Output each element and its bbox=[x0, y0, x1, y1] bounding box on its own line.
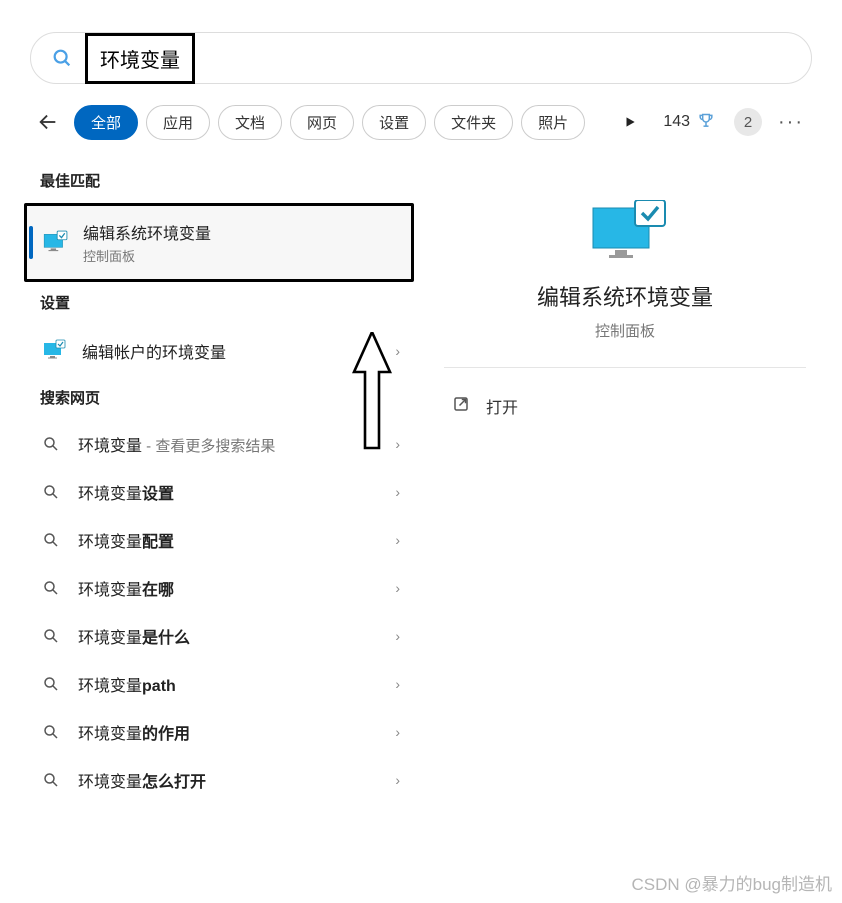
web-item-7[interactable]: 环境变量怎么打开 › bbox=[24, 756, 414, 804]
web-item-label: 环境变量 - 查看更多搜索结果 bbox=[78, 432, 275, 456]
filter-all[interactable]: 全部 bbox=[74, 105, 138, 140]
filter-settings[interactable]: 设置 bbox=[362, 105, 426, 140]
results-list: 最佳匹配 编辑系统环境变量 控制面板 设置 编辑帐户的环境变量 bbox=[24, 160, 414, 804]
web-item-2[interactable]: 环境变量配置 › bbox=[24, 516, 414, 564]
web-item-3[interactable]: 环境变量在哪 › bbox=[24, 564, 414, 612]
web-item-5[interactable]: 环境变量path › bbox=[24, 660, 414, 708]
search-input[interactable]: 环境变量 bbox=[85, 33, 195, 84]
search-bar[interactable]: 环境变量 bbox=[30, 32, 812, 84]
web-item-label: 环境变量配置 bbox=[78, 528, 174, 552]
web-item-6[interactable]: 环境变量的作用 › bbox=[24, 708, 414, 756]
chevron-right-icon: › bbox=[395, 532, 400, 548]
search-icon bbox=[40, 529, 62, 551]
chevron-right-icon: › bbox=[395, 676, 400, 692]
web-item-label: 环境变量怎么打开 bbox=[78, 768, 206, 792]
trophy-icon bbox=[696, 112, 716, 132]
play-button[interactable] bbox=[615, 107, 645, 137]
open-action[interactable]: 打开 bbox=[444, 394, 806, 418]
search-icon bbox=[40, 625, 62, 647]
search-icon bbox=[40, 577, 62, 599]
settings-item-label: 编辑帐户的环境变量 bbox=[82, 339, 226, 363]
best-match-highlight-box: 编辑系统环境变量 控制面板 bbox=[24, 203, 414, 282]
web-item-label: 环境变量设置 bbox=[78, 480, 174, 504]
chevron-right-icon: › bbox=[395, 436, 400, 452]
settings-item-0[interactable]: 编辑帐户的环境变量 › bbox=[24, 325, 414, 377]
divider bbox=[444, 367, 806, 368]
detail-title: 编辑系统环境变量 bbox=[537, 280, 713, 312]
watermark: CSDN @暴力的bug制造机 bbox=[631, 870, 832, 895]
group-web: 搜索网页 bbox=[24, 377, 414, 420]
detail-subtitle: 控制面板 bbox=[595, 320, 655, 341]
filter-photos[interactable]: 照片 bbox=[521, 105, 585, 140]
search-icon bbox=[40, 433, 62, 455]
best-match-item[interactable]: 编辑系统环境变量 控制面板 bbox=[27, 208, 411, 277]
group-settings: 设置 bbox=[24, 282, 414, 325]
rewards-points[interactable]: 143 bbox=[663, 112, 716, 132]
chevron-right-icon: › bbox=[395, 628, 400, 644]
notification-count[interactable]: 2 bbox=[734, 108, 762, 136]
detail-panel: 编辑系统环境变量 控制面板 打开 bbox=[432, 160, 818, 804]
web-item-1[interactable]: 环境变量设置 › bbox=[24, 468, 414, 516]
more-menu[interactable]: ··· bbox=[770, 111, 812, 134]
search-icon bbox=[40, 673, 62, 695]
monitor-check-icon bbox=[40, 337, 68, 365]
search-icon bbox=[40, 721, 62, 743]
chevron-right-icon: › bbox=[395, 580, 400, 596]
web-item-label: 环境变量在哪 bbox=[78, 576, 174, 600]
monitor-check-icon-large bbox=[591, 200, 659, 260]
search-icon bbox=[40, 769, 62, 791]
back-button[interactable] bbox=[30, 104, 66, 140]
chevron-right-icon: › bbox=[395, 772, 400, 788]
best-match-subtitle: 控制面板 bbox=[83, 246, 211, 265]
filter-apps[interactable]: 应用 bbox=[146, 105, 210, 140]
web-item-label: 环境变量path bbox=[78, 672, 176, 696]
filter-web[interactable]: 网页 bbox=[290, 105, 354, 140]
web-item-label: 环境变量的作用 bbox=[78, 720, 190, 744]
chevron-right-icon: › bbox=[395, 724, 400, 740]
chevron-right-icon: › bbox=[395, 484, 400, 500]
open-label: 打开 bbox=[486, 394, 518, 418]
search-icon bbox=[40, 481, 62, 503]
web-item-4[interactable]: 环境变量是什么 › bbox=[24, 612, 414, 660]
search-icon bbox=[51, 47, 73, 69]
best-match-title: 编辑系统环境变量 bbox=[83, 220, 211, 244]
monitor-check-icon bbox=[41, 229, 69, 257]
chevron-right-icon: › bbox=[395, 343, 400, 359]
group-best-match: 最佳匹配 bbox=[24, 160, 414, 203]
filter-docs[interactable]: 文档 bbox=[218, 105, 282, 140]
web-item-label: 环境变量是什么 bbox=[78, 624, 190, 648]
web-item-0[interactable]: 环境变量 - 查看更多搜索结果 › bbox=[24, 420, 414, 468]
open-external-icon bbox=[452, 395, 470, 418]
filter-row: 全部 应用 文档 网页 设置 文件夹 照片 143 2 ··· bbox=[20, 104, 822, 160]
filter-folders[interactable]: 文件夹 bbox=[434, 105, 513, 140]
